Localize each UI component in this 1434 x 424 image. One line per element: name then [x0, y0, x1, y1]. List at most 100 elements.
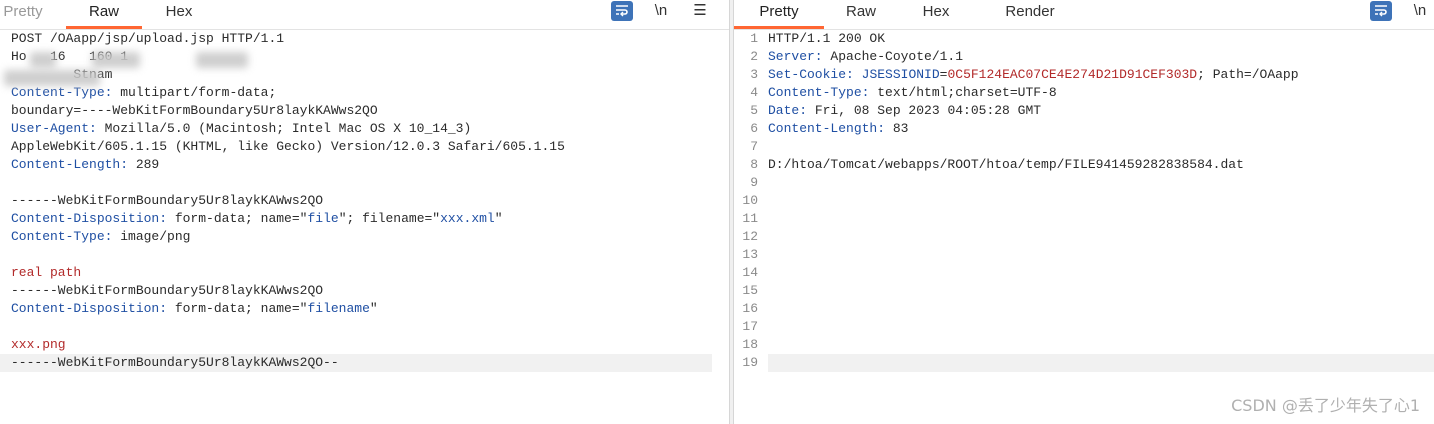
code-token: JSESSIONID [861, 67, 940, 82]
code-token: form-data; name=" [167, 301, 308, 316]
code-token: Content-Type: [11, 85, 113, 100]
response-tabbar: Pretty Raw Hex Render \n [734, 0, 1434, 30]
response-tab-raw[interactable]: Raw [824, 0, 898, 29]
code-token: Date: [768, 103, 808, 118]
word-wrap-button[interactable] [1370, 1, 1392, 21]
code-token: Content-Type: [768, 85, 870, 100]
code-line: Content-Disposition: form-data; name="fi… [0, 210, 712, 228]
response-tab-render[interactable]: Render [982, 0, 1078, 29]
code-line: Stnam [0, 66, 712, 84]
request-tab-pretty[interactable]: Pretty [0, 0, 46, 29]
code-line: 2 Server: Apache-Coyote/1.1 [734, 48, 1434, 66]
code-line: 13 [734, 246, 1434, 264]
line-number: 15 [742, 283, 758, 298]
code-token: Content-Disposition: [11, 301, 168, 316]
code-token: "; filename=" [338, 211, 441, 226]
line-number: 16 [742, 301, 758, 316]
code-token: boundary=----WebKitFormBoundary5Ur8laykK… [11, 103, 378, 118]
code-line: User-Agent: Mozilla/5.0 (Macintosh; Inte… [0, 120, 712, 138]
code-line: ------WebKitFormBoundary5Ur8laykKAWws2QO… [0, 354, 712, 372]
request-pane: Pretty Raw Hex \n ☰ POST /OAapp/jsp/uplo… [0, 0, 729, 424]
code-line: POST /OAapp/jsp/upload.jsp HTTP/1.1 [0, 30, 712, 48]
code-line: 3 Set-Cookie: JSESSIONID=0C5F124EAC07CE4E… [734, 66, 1434, 84]
watermark: CSDN @丢了少年失了心1 [1231, 396, 1420, 415]
code-line: 12 [734, 228, 1434, 246]
line-number: 7 [750, 139, 758, 154]
code-line: 4 Content-Type: text/html;charset=UTF-8 [734, 84, 1434, 102]
newline-toggle-button[interactable]: \n [651, 1, 671, 23]
code-token: " [369, 301, 378, 316]
code-token: Server: [768, 49, 823, 64]
code-token: User-Agent: [11, 121, 97, 136]
code-line: Content-Disposition: form-data; name="fi… [0, 300, 712, 318]
code-line: ------WebKitFormBoundary5Ur8laykKAWws2QO [0, 192, 712, 210]
code-line: 9 [734, 174, 1434, 192]
request-tab-raw[interactable]: Raw [66, 0, 142, 29]
code-token: ------WebKitFormBoundary5Ur8laykKAWws2QO [11, 283, 324, 298]
code-line: 6 Content-Length: 83 [734, 120, 1434, 138]
line-number: 18 [742, 337, 758, 352]
menu-icon[interactable]: ☰ [690, 1, 710, 23]
code-line: 17 [734, 318, 1434, 336]
wrap-icon [616, 5, 628, 17]
code-token: HTTP/1.1 200 OK [768, 31, 886, 46]
code-token: Set-Cookie: [768, 67, 854, 82]
line-number: 3 [750, 67, 758, 82]
code-token: Apache-Coyote/1.1 [822, 49, 964, 64]
redaction-blur [196, 52, 248, 68]
code-line: 18 [734, 336, 1434, 354]
code-token: real path [11, 265, 82, 280]
code-token: Fri, 08 Sep 2023 04:05:28 GMT [807, 103, 1042, 118]
code-token: text/html;charset=UTF-8 [869, 85, 1057, 100]
code-line: 11 [734, 210, 1434, 228]
code-token: image/png [112, 229, 191, 244]
response-pane: Pretty Raw Hex Render \n 1 HTTP/1.1 200 O… [734, 0, 1434, 424]
code-line: 1 HTTP/1.1 200 OK [734, 30, 1434, 48]
code-token: xxx.png [11, 337, 66, 352]
request-tab-hex[interactable]: Hex [142, 0, 216, 29]
code-line: boundary=----WebKitFormBoundary5Ur8laykK… [0, 102, 712, 120]
code-line: 16 [734, 300, 1434, 318]
line-number: 11 [742, 211, 758, 226]
code-token: D:/htoa/Tomcat/webapps/ROOT/htoa/temp/FI… [768, 157, 1244, 172]
newline-toggle-button[interactable]: \n [1410, 1, 1430, 23]
code-line: Content-Type: multipart/form-data; [0, 84, 712, 102]
line-number: 6 [750, 121, 758, 136]
line-number: 14 [742, 265, 758, 280]
code-token: Content-Length: [11, 157, 129, 172]
code-token: Mozilla/5.0 (Macintosh; Intel Mac OS X 1… [96, 121, 472, 136]
code-line: 19 [734, 354, 1434, 372]
line-number: 5 [750, 103, 758, 118]
code-token: Content-Disposition: [11, 211, 168, 226]
redaction-blur [30, 52, 56, 68]
line-number: 10 [742, 193, 758, 208]
code-line: ------WebKitFormBoundary5Ur8laykKAWws2QO [0, 282, 712, 300]
response-editor[interactable]: 1 HTTP/1.1 200 OK 2 Server: Apache-Coyote/1… [734, 30, 1434, 424]
code-line: 14 [734, 264, 1434, 282]
redaction-blur [92, 52, 140, 68]
code-token: filename [307, 301, 370, 316]
code-line: 7 [734, 138, 1434, 156]
word-wrap-button[interactable] [611, 1, 633, 21]
code-line: xxx.png [0, 336, 712, 354]
line-number: 17 [742, 319, 758, 334]
code-line: real path [0, 264, 712, 282]
code-token: 83 [885, 121, 909, 136]
code-line: 15 [734, 282, 1434, 300]
code-line: Content-Type: image/png [0, 228, 712, 246]
code-token: form-data; name=" [167, 211, 308, 226]
response-tab-hex[interactable]: Hex [898, 0, 974, 29]
code-line: 10 [734, 192, 1434, 210]
code-token: Content-Type: [11, 229, 113, 244]
code-line: 8 D:/htoa/Tomcat/webapps/ROOT/htoa/temp/F… [734, 156, 1434, 174]
code-line: AppleWebKit/605.1.15 (KHTML, like Gecko)… [0, 138, 712, 156]
code-token: xxx.xml [440, 211, 495, 226]
response-tab-pretty[interactable]: Pretty [734, 0, 824, 29]
line-number: 2 [750, 49, 758, 64]
request-editor[interactable]: POST /OAapp/jsp/upload.jsp HTTP/1.1 Ho 16… [0, 30, 729, 424]
code-line: 5 Date: Fri, 08 Sep 2023 04:05:28 GMT [734, 102, 1434, 120]
